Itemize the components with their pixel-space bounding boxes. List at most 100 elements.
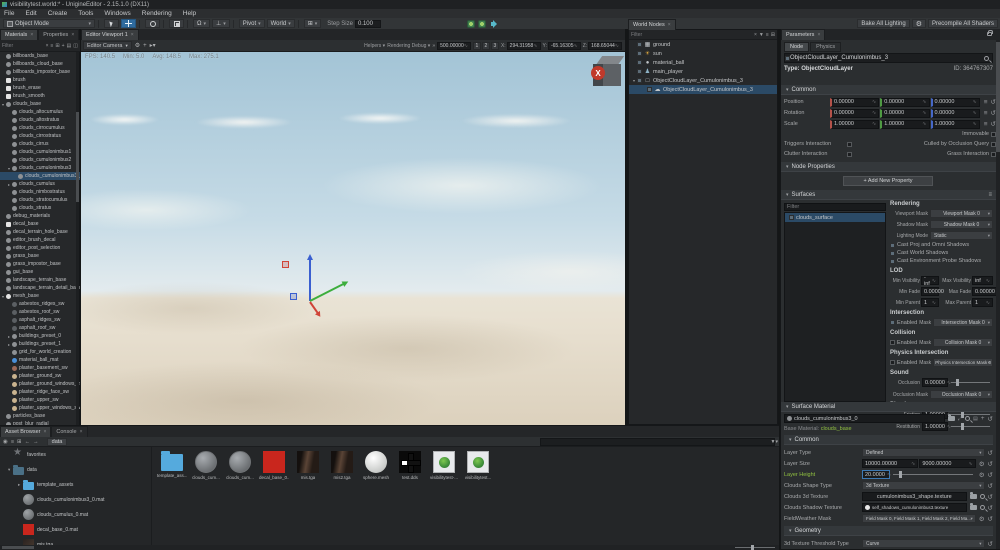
min-visibility-field[interactable]: -inf ∿ (921, 275, 939, 287)
common-section-header[interactable]: Common (781, 85, 996, 95)
browse-material-icon[interactable] (948, 414, 955, 421)
toolbar-icon[interactable]: ≡ (11, 439, 14, 445)
toolbar-icon[interactable]: ← (25, 439, 31, 445)
material-item[interactable]: billboards_impostor_base (0, 68, 80, 76)
material-item[interactable]: material_ball_mat (0, 356, 80, 364)
move-tool-button[interactable] (121, 19, 136, 28)
node-enabled-checkbox[interactable] (637, 42, 642, 47)
material-item[interactable]: brush_smooth (0, 92, 80, 100)
layer-size-x-field[interactable]: 10000.00000 ∿ (862, 459, 919, 468)
panel-tab[interactable]: Asset Browser × (0, 426, 52, 437)
panel-tab[interactable]: Materials × (0, 29, 39, 40)
material-item[interactable]: debug_materials (0, 212, 80, 220)
clutter-checkbox[interactable] (847, 151, 853, 157)
material-item[interactable]: brush_erase (0, 84, 80, 92)
physint-enabled-checkbox[interactable] (890, 360, 895, 365)
plugin-icon[interactable] (466, 19, 475, 28)
navcube-front-face[interactable] (603, 64, 621, 86)
camera-preset-button[interactable]: 3 (490, 41, 499, 50)
layer-type-dropdown[interactable]: Defined ▾ (862, 448, 985, 457)
asset-tree-item[interactable]: clouds_cumulus_0.mat (0, 507, 151, 522)
asset-thumbnail[interactable]: template_ass... (157, 451, 187, 478)
clouds-shape-type-dropdown[interactable]: 3d Texture ▾ (862, 481, 985, 490)
bake-settings-button[interactable]: ⚙ (911, 19, 926, 28)
filter-input[interactable]: Filter (0, 43, 46, 49)
material-item[interactable]: decal_terrain_hole_base (0, 228, 80, 236)
surface-item[interactable]: clouds_surface (785, 213, 885, 222)
material-item[interactable]: grass_impostor_base (0, 260, 80, 268)
reset-icon[interactable]: ↺ (988, 515, 993, 523)
material-item[interactable]: particles_base (0, 412, 80, 420)
asset-thumbnail[interactable]: mis.tga (294, 451, 322, 480)
reset-icon[interactable]: ↺ (988, 504, 993, 512)
materials-scrollbar[interactable] (76, 52, 79, 425)
material-field[interactable]: clouds_cumulonimbus3_0 (784, 414, 945, 423)
breadcrumb[interactable]: data (46, 437, 68, 446)
surfaces-filter-input[interactable]: Filter (784, 203, 886, 211)
filter-icon[interactable]: + (62, 43, 65, 49)
gizmo-plane-handle-blue[interactable] (290, 293, 297, 300)
transform-gizmo[interactable] (271, 247, 361, 327)
panel-tab[interactable]: Console × (51, 426, 88, 437)
material-item[interactable]: gui_base (0, 268, 80, 276)
filter-icon[interactable]: ◫ (73, 43, 78, 49)
asset-thumbnail[interactable]: clouds_cum... (226, 451, 254, 480)
asset-tree-item[interactable]: mis.tga (0, 537, 151, 545)
material-item[interactable]: billboards_base (0, 52, 80, 60)
asset-tree-item[interactable]: decal_base_0.mat (0, 522, 151, 537)
asset-tree-item[interactable]: ▸ template_assets (0, 477, 151, 492)
filter-icon[interactable]: ≡ (50, 43, 53, 49)
viewport-mask-dropdown[interactable]: Viewport Mask 0 ▾ (930, 209, 993, 218)
cast-checkbox[interactable] (890, 250, 895, 256)
toolbar-icon[interactable]: → (33, 439, 39, 445)
gear-icon[interactable]: ⚙ (979, 515, 985, 523)
node-enabled-checkbox[interactable] (637, 78, 642, 83)
toolbar-icon[interactable]: ⊞ (17, 439, 22, 445)
helpers-dropdown[interactable]: Helpers ▾ (364, 43, 385, 49)
layer-size-y-field[interactable]: 9000.00000 ∿ (919, 459, 976, 468)
scrollbar-thumb[interactable] (76, 112, 79, 202)
material-item[interactable]: plaster_ground_windows_sw (0, 380, 80, 388)
node-enabled-checkbox[interactable] (637, 69, 642, 74)
collision-enabled-checkbox[interactable] (890, 340, 895, 345)
layer-height-field[interactable]: 20.0000 ∿ (862, 470, 891, 479)
material-item[interactable]: clouds_altostratus (0, 116, 80, 124)
material-item[interactable]: decal_base (0, 220, 80, 228)
camera-settings-icon[interactable]: ⚙ (135, 42, 140, 49)
material-item[interactable]: ▸ clouds_cumulus (0, 180, 80, 188)
node-enabled-checkbox[interactable] (637, 60, 642, 65)
filter-funnel-icon[interactable]: ▼▾ (771, 439, 778, 445)
gizmo-plane-handle-red[interactable] (282, 261, 289, 268)
scale-tool-button[interactable] (169, 19, 184, 28)
asset-thumbnail[interactable]: visibilitytest... (464, 451, 492, 480)
occlusion-slider[interactable] (951, 379, 990, 386)
material-item[interactable]: clouds_cirrus (0, 140, 80, 148)
axis-field[interactable]: 294.31958 ∿ (506, 41, 541, 50)
scrollbar-thumb[interactable] (996, 42, 1000, 152)
node-item[interactable]: ☀ sun (629, 49, 777, 58)
node-item[interactable]: ☁ ObjectCloudLayer_Cumulonimbus_3 (629, 85, 777, 94)
camera-dropdown[interactable]: Editor Camera ▾ (83, 41, 132, 50)
material-item[interactable]: clouds_cumulonimbus3_0 (0, 172, 80, 180)
rotate-tool-button[interactable] (145, 19, 160, 28)
lock-icon[interactable] (987, 30, 993, 36)
add-material-icon[interactable]: + (981, 415, 985, 422)
viewport-tab[interactable]: Editor Viewport 1 × (81, 29, 139, 40)
reset-icon[interactable]: ↺ (988, 460, 993, 468)
close-icon[interactable]: × (80, 429, 83, 435)
menu-item[interactable]: Tools (78, 10, 93, 17)
material-item[interactable]: plaster_upper_sw (0, 396, 80, 404)
reset-icon[interactable]: ↺ (988, 471, 993, 479)
asset-search-input[interactable] (540, 438, 775, 446)
material-item[interactable]: asbestos_roof_sw (0, 308, 80, 316)
menu-item[interactable]: Edit (25, 10, 36, 17)
filter-icon[interactable]: ▤ (67, 43, 72, 49)
triggers-checkbox[interactable] (847, 141, 853, 147)
material-item[interactable]: asphalt_roof_sw (0, 324, 80, 332)
material-item[interactable]: asphalt_ridges_sw (0, 316, 80, 324)
world-nodes-tab[interactable]: World Nodes × (628, 19, 676, 30)
material-item[interactable]: clouds_cumulonimbus1 (0, 148, 80, 156)
asset-tree-item[interactable]: clouds_cumulonimbus3_0.mat (0, 492, 151, 507)
transform-field[interactable]: 1.00000 ∿ (830, 119, 880, 129)
transform-field[interactable]: 0.00000 ∿ (830, 108, 880, 118)
